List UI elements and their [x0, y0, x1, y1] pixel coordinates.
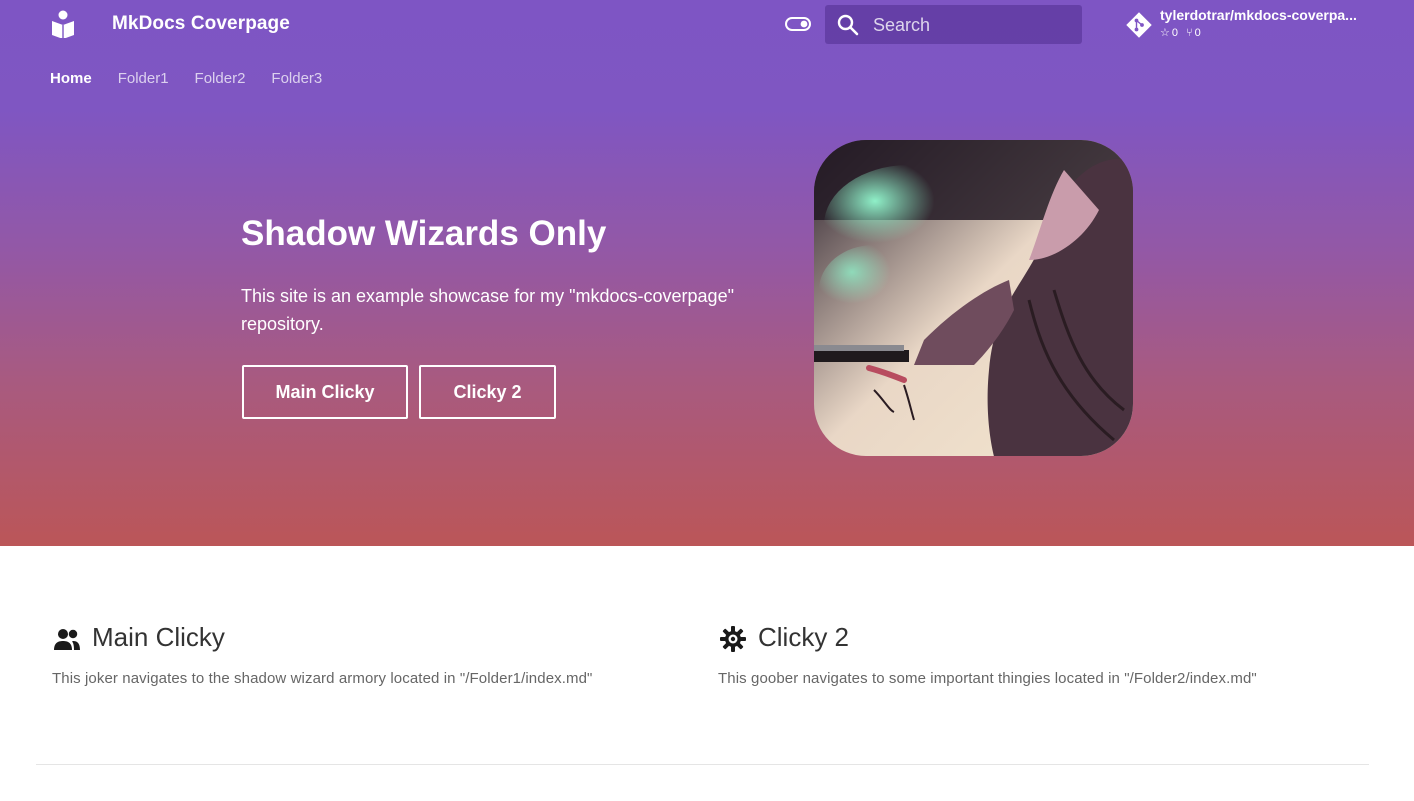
repo-forks: ⑂ 0 [1186, 26, 1201, 39]
tab-home[interactable]: Home [50, 70, 92, 87]
feature-clicky-2: Clicky 2 This goober navigates to some i… [718, 620, 1338, 688]
header: MkDocs Coverpage Search tylerdotrar/mkdo… [0, 0, 1414, 49]
hero-title: Shadow Wizards Only [241, 214, 607, 253]
feature-title: Main Clicky [92, 621, 225, 652]
search-placeholder: Search [873, 15, 931, 35]
repo-stats: ☆ 0 ⑂ 0 [1160, 26, 1201, 40]
fork-count: 0 [1194, 26, 1201, 39]
people-icon [52, 624, 82, 654]
feature-description: This goober navigates to some important … [718, 670, 1257, 687]
wizard-image [814, 140, 1133, 456]
book-reader-icon[interactable] [50, 10, 76, 39]
feature-title: Clicky 2 [758, 621, 850, 652]
clicky-2-button[interactable]: Clicky 2 [419, 365, 556, 419]
repo-stars: ☆ 0 [1160, 26, 1178, 40]
repo-link[interactable]: tylerdotrar/mkdocs-coverpa... ☆ 0 ⑂ 0 [1126, 6, 1386, 44]
repo-name: tylerdotrar/mkdocs-coverpa... [1160, 7, 1357, 23]
site-title[interactable]: MkDocs Coverpage [112, 13, 290, 35]
feature-main-clicky: Main Clicky This joker navigates to the … [52, 620, 672, 688]
cog-icon [718, 624, 748, 654]
star-count: 0 [1171, 26, 1178, 39]
tab-folder3[interactable]: Folder3 [271, 70, 322, 87]
tab-folder2[interactable]: Folder2 [195, 70, 246, 87]
divider [36, 764, 1369, 765]
nav-tabs: Home Folder1 Folder2 Folder3 [50, 70, 348, 87]
search-icon [837, 14, 859, 36]
main-clicky-button[interactable]: Main Clicky [242, 365, 408, 419]
tab-folder1[interactable]: Folder1 [118, 70, 169, 87]
toggle-switch-icon[interactable] [784, 14, 812, 34]
star-icon: ☆ [1160, 27, 1170, 39]
fork-icon: ⑂ [1186, 26, 1193, 39]
hero-description: This site is an example showcase for my … [241, 286, 734, 334]
git-icon [1126, 12, 1152, 38]
feature-header: Main Clicky [52, 620, 672, 654]
feature-header: Clicky 2 [718, 620, 1338, 654]
search-input[interactable]: Search [825, 5, 1082, 44]
feature-description: This joker navigates to the shadow wizar… [52, 670, 593, 687]
hero-background: MkDocs Coverpage Search tylerdotrar/mkdo… [0, 0, 1414, 546]
